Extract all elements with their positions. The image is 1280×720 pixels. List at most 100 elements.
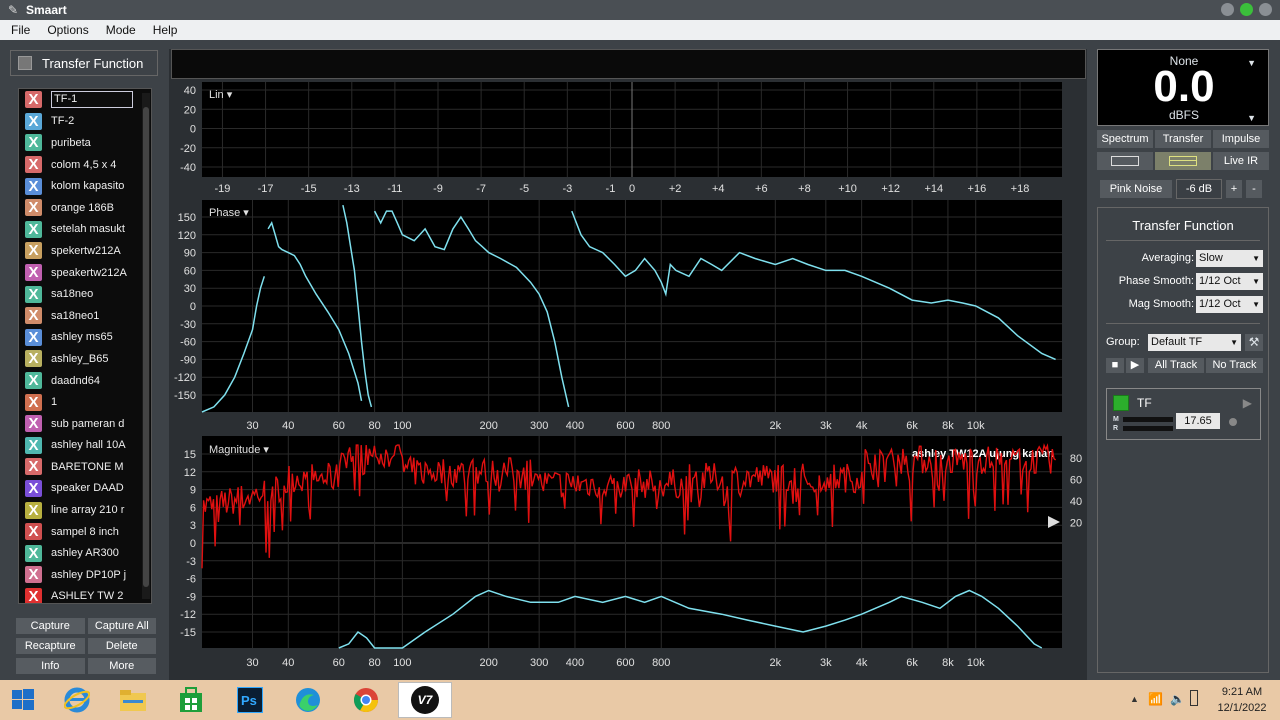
network-icon[interactable]: 📶 — [1148, 692, 1163, 706]
visibility-toggle-icon[interactable]: X — [25, 91, 42, 109]
tab-transfer[interactable]: Transfer — [1155, 130, 1211, 148]
mag-smooth-select[interactable]: 1/12 Oct ▼ — [1196, 296, 1263, 313]
meter-unit-dropdown-icon[interactable]: ▼ — [1247, 113, 1256, 123]
capture-button[interactable]: Capture — [16, 618, 85, 634]
internet-explorer-icon[interactable] — [62, 686, 92, 714]
tab-spectrum[interactable]: Spectrum — [1097, 130, 1153, 148]
level-meter[interactable]: None ▼ 0.0 dBFS ▼ — [1097, 49, 1269, 126]
tf-list-item[interactable]: Xkolom kapasito — [19, 175, 151, 197]
visibility-toggle-icon[interactable]: X — [25, 544, 42, 562]
menu-help[interactable]: Help — [153, 23, 178, 37]
level-minus-button[interactable]: - — [1246, 180, 1262, 198]
tf-list-item[interactable]: Xsa18neo — [19, 283, 151, 305]
tf-list-item[interactable]: Xsampel 8 inch — [19, 521, 151, 543]
visibility-toggle-icon[interactable]: X — [25, 112, 42, 130]
data-bar-checkbox[interactable] — [18, 56, 32, 70]
double-view-button[interactable] — [1155, 152, 1211, 170]
visibility-toggle-icon[interactable]: X — [25, 436, 42, 454]
visibility-toggle-icon[interactable]: X — [25, 393, 42, 411]
visibility-toggle-icon[interactable]: X — [25, 415, 42, 433]
clock-time[interactable]: 9:21 AM — [1212, 686, 1272, 698]
delay-finder-icon[interactable] — [1229, 418, 1237, 426]
menu-mode[interactable]: Mode — [106, 23, 136, 37]
edge-icon[interactable] — [293, 686, 323, 714]
tf-list-item[interactable]: X1 — [19, 391, 151, 413]
tf-list-item[interactable]: X TF-1 — [19, 89, 151, 111]
visibility-toggle-icon[interactable]: X — [25, 177, 42, 195]
tf-list-item[interactable]: Xsub pameran d — [19, 413, 151, 435]
visibility-toggle-icon[interactable]: X — [25, 523, 42, 541]
channel-expand-icon[interactable]: ▶ — [1243, 396, 1252, 410]
tf-list-item[interactable]: Xsa18neo1 — [19, 305, 151, 327]
visibility-toggle-icon[interactable]: X — [25, 285, 42, 303]
battery-icon[interactable] — [1190, 690, 1198, 706]
tf-channel[interactable]: TF ▶ M R 17.65 — [1106, 388, 1261, 440]
smaart-v7-icon[interactable]: V7 — [398, 682, 452, 718]
visibility-toggle-icon[interactable]: X — [25, 350, 42, 368]
stop-icon[interactable]: ■ — [1106, 358, 1124, 373]
visibility-toggle-icon[interactable]: X — [25, 199, 42, 217]
averaging-select[interactable]: Slow ▼ — [1196, 250, 1263, 267]
tf-list-item[interactable]: X BARETONE M — [19, 456, 151, 478]
tools-icon[interactable]: ⚒ — [1245, 334, 1263, 351]
tf-list-item[interactable]: Xashley ms65 — [19, 327, 151, 349]
pink-noise-button[interactable]: Pink Noise — [1100, 180, 1172, 198]
generator-level[interactable]: -6 dB — [1176, 179, 1222, 199]
single-view-button[interactable] — [1097, 152, 1153, 170]
visibility-toggle-icon[interactable]: X — [25, 220, 42, 238]
tf-list-item[interactable]: Xorange 186B — [19, 197, 151, 219]
clock-date[interactable]: 12/1/2022 — [1212, 702, 1272, 714]
tab-impulse[interactable]: Impulse — [1213, 130, 1269, 148]
all-track-button[interactable]: All Track — [1148, 358, 1204, 373]
live-ir-button[interactable]: Live IR — [1213, 152, 1269, 170]
tf-list-item[interactable]: Xcolom 4,5 x 4 — [19, 154, 151, 176]
recapture-button[interactable]: Recapture — [16, 638, 85, 654]
phase-smooth-select[interactable]: 1/12 Oct ▼ — [1196, 273, 1263, 290]
close-icon[interactable] — [1259, 3, 1272, 16]
visibility-toggle-icon[interactable]: X — [25, 242, 42, 260]
group-select[interactable]: Default TF ▼ — [1148, 334, 1241, 351]
windows-start-icon[interactable] — [8, 686, 38, 714]
visibility-toggle-icon[interactable]: X — [25, 264, 42, 282]
tf-list-item[interactable]: X ASHLEY TW 2 — [19, 586, 151, 603]
visibility-toggle-icon[interactable]: X — [25, 328, 42, 346]
channel-status-indicator[interactable] — [1113, 395, 1129, 411]
menu-options[interactable]: Options — [47, 23, 88, 37]
visibility-toggle-icon[interactable]: X — [25, 566, 42, 584]
delete-button[interactable]: Delete — [87, 638, 156, 654]
info-button[interactable]: Info — [16, 658, 85, 674]
visibility-toggle-icon[interactable]: X — [25, 501, 42, 519]
tf-list-item[interactable]: Xspeakertw212A — [19, 262, 151, 284]
tray-expand-icon[interactable]: ▲ — [1130, 694, 1139, 704]
visibility-toggle-icon[interactable]: X — [25, 134, 42, 152]
no-track-button[interactable]: No Track — [1206, 358, 1263, 373]
tf-list-item[interactable]: X TF-2 — [19, 111, 151, 133]
play-icon[interactable]: ▶ — [1126, 358, 1144, 373]
tf-list-item[interactable]: Xspekertw212A — [19, 240, 151, 262]
tf-list-item[interactable]: Xpuribeta — [19, 132, 151, 154]
tf-list-item[interactable]: Xashley DP10P j — [19, 564, 151, 586]
tf-list-item[interactable]: Xdaadnd64 — [19, 370, 151, 392]
photoshop-icon[interactable]: Ps — [235, 686, 265, 714]
minimize-icon[interactable] — [1221, 3, 1234, 16]
file-explorer-icon[interactable] — [118, 686, 148, 714]
tf-list-item[interactable]: Xashley_B65 — [19, 348, 151, 370]
visibility-toggle-icon[interactable]: X — [25, 156, 42, 174]
menu-file[interactable]: File — [11, 23, 30, 37]
chrome-icon[interactable] — [351, 686, 381, 714]
visibility-toggle-icon[interactable]: X — [25, 479, 42, 497]
volume-icon[interactable]: 🔈 — [1170, 692, 1185, 706]
visibility-toggle-icon[interactable]: X — [25, 587, 42, 603]
tf-list-item[interactable]: Xspeaker DAAD — [19, 478, 151, 500]
tf-list-item[interactable]: Xashley AR300 — [19, 542, 151, 564]
data-bar-header[interactable]: Transfer Function — [10, 50, 158, 76]
level-plus-button[interactable]: + — [1226, 180, 1242, 198]
visibility-toggle-icon[interactable]: X — [25, 372, 42, 390]
visibility-toggle-icon[interactable]: X — [25, 458, 42, 476]
store-icon[interactable] — [176, 686, 206, 714]
delay-value[interactable]: 17.65 — [1176, 413, 1220, 429]
tf-list-item[interactable]: Xline array 210 r — [19, 499, 151, 521]
capture-all-button[interactable]: Capture All — [87, 618, 156, 634]
tf-list-item[interactable]: Xsetelah masukt — [19, 219, 151, 241]
more-button[interactable]: More — [87, 658, 156, 674]
